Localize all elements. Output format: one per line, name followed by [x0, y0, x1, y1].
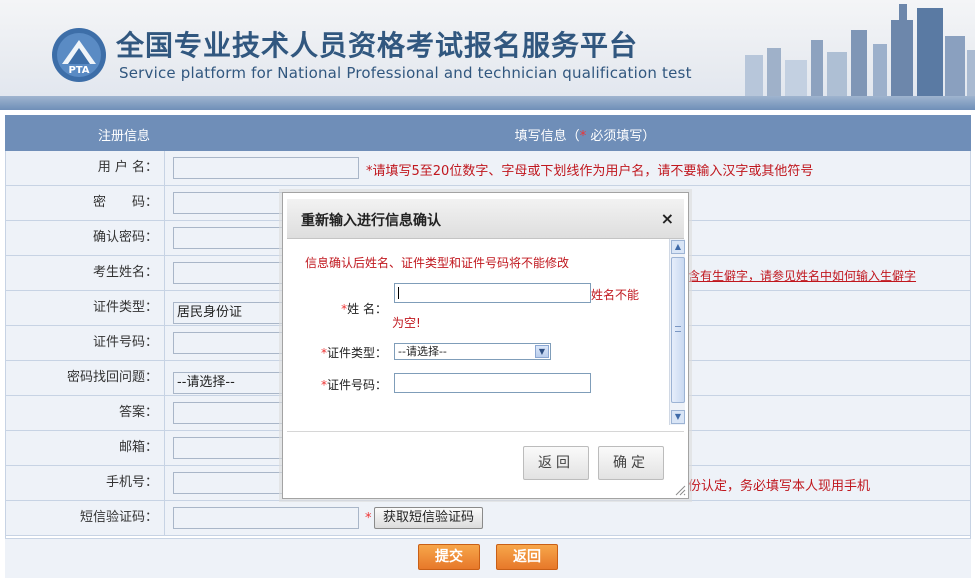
label-candidate-name: 考生姓名： — [5, 256, 165, 291]
label-confirm-password: 确认密码： — [5, 221, 165, 256]
label-email: 邮箱： — [5, 431, 165, 466]
pta-logo-icon: PTA — [52, 28, 106, 82]
site-title-cn: 全国专业技术人员资格考试报名服务平台 — [116, 29, 639, 62]
dialog-id-type-value: --请选择-- — [398, 345, 447, 358]
dialog-id-type-select[interactable]: --请选择-- ▼ — [394, 343, 551, 360]
rare-char-help-link[interactable]: 含有生僻字，请参见姓名中如何输入生僻字 — [688, 267, 916, 284]
dialog-id-number-label: *证件号码： — [317, 376, 387, 393]
close-icon[interactable]: × — [661, 209, 674, 228]
label-id-type: 证件类型： — [5, 291, 165, 326]
scrollbar-thumb[interactable] — [671, 257, 685, 403]
dialog-id-number-label-text: 证件号码： — [326, 378, 387, 392]
name-error-line2: 为空! — [392, 316, 421, 330]
row-sms-code: 短信验证码： * 获取短信验证码 — [5, 501, 971, 536]
dialog-id-number-input[interactable] — [394, 373, 591, 393]
city-skyline-icon — [745, 4, 975, 96]
sms-required-star: * — [365, 511, 372, 526]
name-error-line1: 姓名不能 — [591, 288, 640, 302]
header-fill-suffix: 必须填写） — [586, 129, 656, 144]
header-fill-prefix: 填写信息（ — [514, 129, 580, 144]
dialog-name-input[interactable] — [394, 283, 591, 303]
dialog-id-type-label: *证件类型： — [317, 344, 387, 361]
scroll-up-icon[interactable]: ▲ — [671, 240, 685, 254]
label-password: 密 码： — [5, 186, 165, 221]
table-header: 注册信息 填写信息（* 必须填写） — [5, 115, 971, 151]
mobile-hint: 份认定，务必填写本人现用手机 — [688, 479, 871, 494]
dialog-header: 重新输入进行信息确认 × — [287, 199, 684, 239]
get-sms-code-button[interactable]: 获取短信验证码 — [374, 507, 484, 529]
confirm-info-dialog: 重新输入进行信息确认 × 信息确认后姓名、证件类型和证件号码将不能修改 *姓 名… — [282, 192, 689, 499]
dialog-scrollbar[interactable]: ▲ ▼ — [669, 239, 685, 425]
label-mobile: 手机号： — [5, 466, 165, 501]
dialog-warning: 信息确认后姓名、证件类型和证件号码将不能修改 — [305, 256, 570, 270]
form-actions: 提交 返回 — [5, 538, 971, 578]
label-username: 用 户 名： — [5, 151, 165, 186]
label-answer: 答案： — [5, 396, 165, 431]
dialog-back-button[interactable]: 返回 — [523, 446, 589, 480]
grip-icon — [675, 326, 681, 332]
submit-button[interactable]: 提交 — [418, 544, 480, 570]
dialog-confirm-button[interactable]: 确定 — [598, 446, 664, 480]
sms-code-input[interactable] — [173, 507, 359, 529]
logo-text: PTA — [68, 65, 89, 76]
site-title-en: Service platform for National Profession… — [119, 64, 692, 82]
resize-grip-icon[interactable] — [674, 484, 686, 496]
dialog-name-label: *姓 名： — [339, 300, 387, 317]
back-button[interactable]: 返回 — [496, 544, 558, 570]
banner-stripe — [0, 96, 975, 110]
label-security-question: 密码找回问题： — [5, 361, 165, 396]
row-username: 用 户 名： *请填写5至20位数字、字母或下划线作为用户名，请不要输入汉字或其… — [5, 151, 971, 186]
header-register-info: 注册信息 — [97, 129, 150, 144]
dialog-footer: 返回 确定 — [287, 431, 684, 495]
dialog-name-label-text: 姓 名： — [347, 302, 387, 316]
text-caret — [398, 287, 399, 299]
dialog-id-type-label-text: 证件类型： — [326, 346, 387, 360]
username-input[interactable] — [173, 157, 359, 179]
dialog-body: 信息确认后姓名、证件类型和证件号码将不能修改 *姓 名： 姓名不能 为空! *证… — [287, 239, 671, 425]
label-id-number: 证件号码： — [5, 326, 165, 361]
header-fill-info: 填写信息（* 必须填写） — [415, 125, 755, 144]
chevron-down-icon[interactable]: ▼ — [535, 345, 549, 358]
header-banner: PTA 全国专业技术人员资格考试报名服务平台 Service platform … — [0, 0, 975, 110]
scroll-down-icon[interactable]: ▼ — [671, 410, 685, 424]
username-hint: *请填写5至20位数字、字母或下划线作为用户名，请不要输入汉字或其他符号 — [366, 164, 814, 179]
dialog-title: 重新输入进行信息确认 — [301, 213, 441, 229]
label-sms-code: 短信验证码： — [5, 501, 165, 536]
